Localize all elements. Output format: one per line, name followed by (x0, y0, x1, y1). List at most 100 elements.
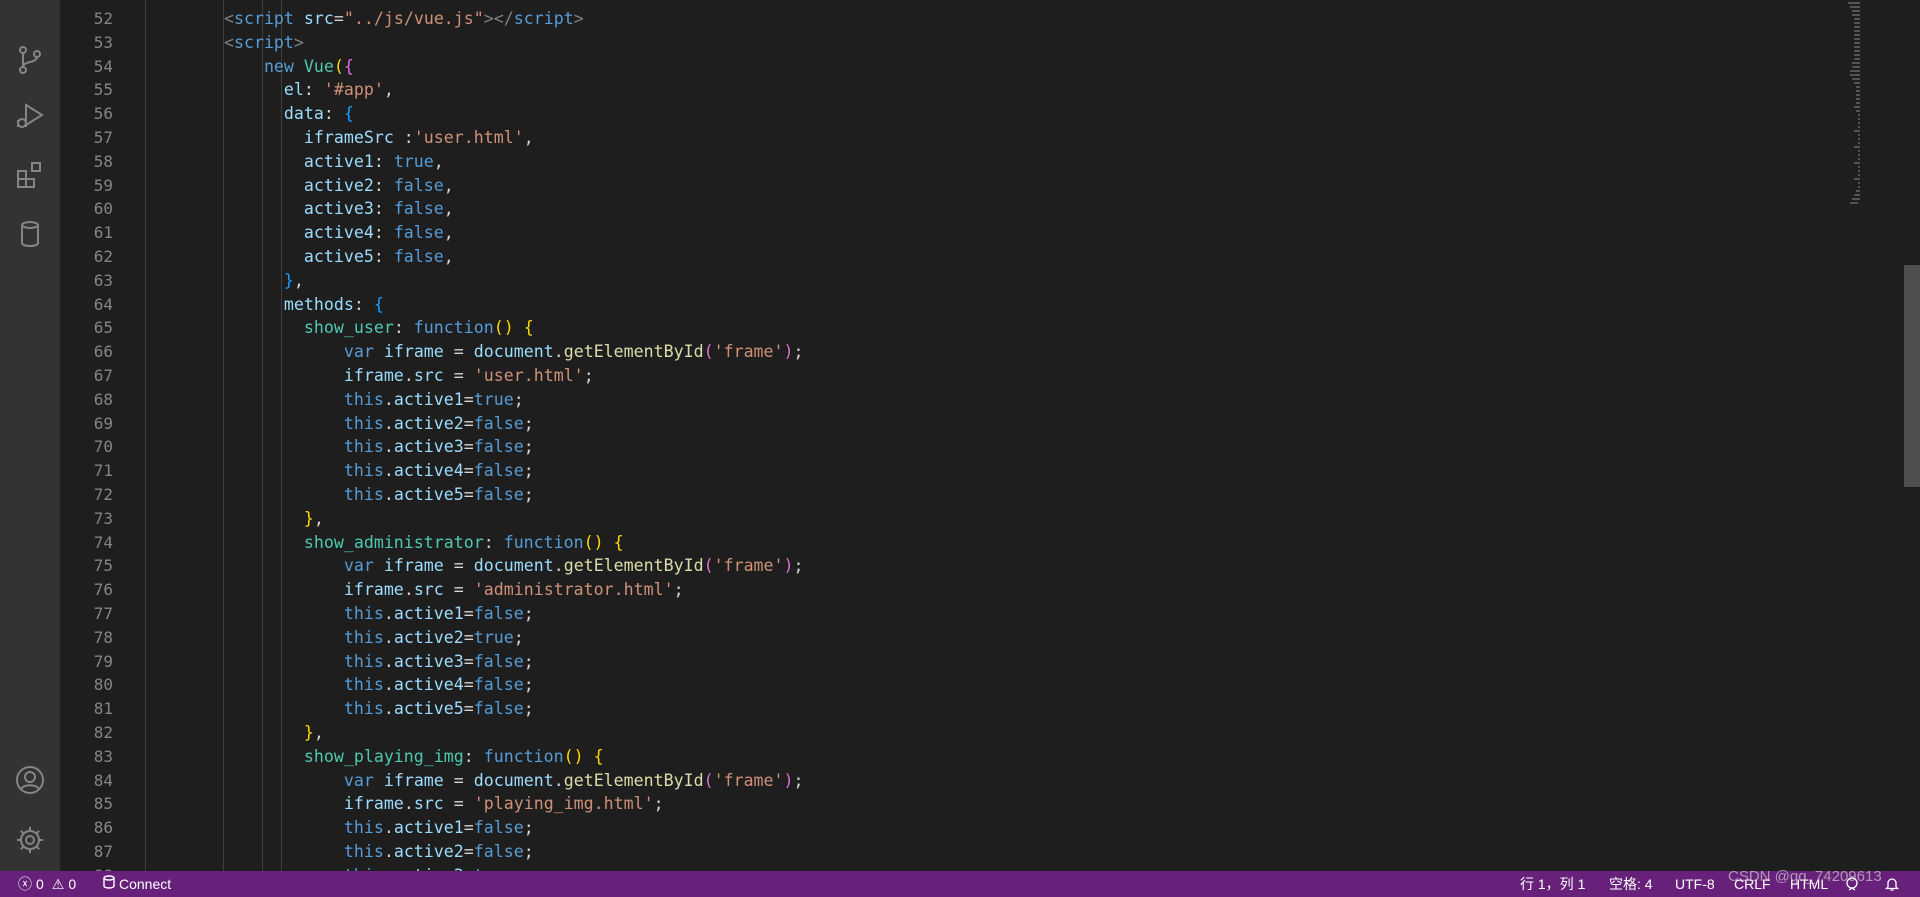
code-token: = (443, 580, 474, 600)
code-line[interactable]: 64 methods: { (60, 293, 1860, 317)
code-token: 'user.html' (413, 127, 524, 147)
code-token: . (553, 770, 564, 790)
code-token: . (403, 794, 414, 814)
code-line[interactable]: 80 this.active4=false; (60, 673, 1860, 697)
code-editor[interactable]: 52 <script src="../js/vue.js"></script> 5… (60, 0, 1860, 871)
code-token: : (393, 318, 414, 338)
code-line[interactable]: 59 active2: false, (60, 174, 1860, 198)
code-token: > (573, 9, 584, 28)
code-line[interactable]: 76 iframe.src = 'administrator.html'; (60, 578, 1860, 602)
vertical-scrollbar-thumb[interactable] (1904, 265, 1920, 487)
code-line[interactable]: 73 }, (60, 507, 1860, 531)
code-line[interactable]: 57 iframeSrc :'user.html', (60, 126, 1860, 150)
line-number: 58 (93, 151, 113, 171)
code-line[interactable]: 72 this.active5=false; (60, 483, 1860, 507)
code-text: }, (184, 269, 304, 293)
code-line[interactable]: 86 this.active1=false; (60, 816, 1860, 840)
code-line[interactable]: 77 this.active1=false; (60, 602, 1860, 626)
code-line[interactable]: 84 var iframe = document.getElementById(… (60, 769, 1860, 793)
code-token: this (343, 699, 384, 719)
code-token: : (373, 223, 394, 243)
code-line[interactable]: 60 active3: false, (60, 197, 1860, 221)
line-number: 61 (93, 223, 113, 243)
problems-indicator[interactable]: ⓧ 0 ⚠ 0 (18, 871, 76, 897)
code-line[interactable]: 65 show_user: function() { (60, 316, 1860, 340)
code-token: false (473, 484, 524, 504)
code-line[interactable]: 81 this.active5=false; (60, 697, 1860, 721)
code-token: 'administrator.html' (473, 580, 674, 600)
code-line[interactable]: 82 }, (60, 721, 1860, 745)
code-token: active1 (393, 603, 464, 623)
code-line[interactable]: 55 el: '#app', (60, 78, 1860, 102)
notifications-bell-icon[interactable] (1884, 871, 1900, 897)
code-line[interactable]: 54 new Vue({ (60, 55, 1860, 79)
database-icon[interactable] (10, 214, 50, 254)
code-token: iframe (383, 556, 444, 576)
code-token: ( (703, 770, 714, 790)
code-token: , (383, 80, 394, 100)
encoding[interactable]: UTF-8 (1675, 871, 1715, 897)
connect-button[interactable]: Connect (103, 871, 171, 897)
cursor-position[interactable]: 行 1，列 1 (1520, 871, 1585, 897)
code-line[interactable]: 66 var iframe = document.getElementById(… (60, 340, 1860, 364)
code-line[interactable]: 71 this.active4=false; (60, 459, 1860, 483)
account-icon[interactable] (10, 760, 50, 800)
code-line[interactable]: 87 this.active2=false; (60, 840, 1860, 864)
code-line[interactable]: 58 active1: true, (60, 150, 1860, 174)
code-token: getElementById (563, 556, 704, 576)
code-token: function (413, 318, 494, 338)
extensions-icon[interactable] (10, 155, 50, 195)
code-line[interactable]: 62 active5: false, (60, 245, 1860, 269)
code-line[interactable]: 68 this.active1=true; (60, 388, 1860, 412)
run-debug-icon[interactable] (10, 95, 50, 135)
code-token: script (513, 9, 574, 28)
code-line[interactable]: 79 this.active3=false; (60, 650, 1860, 674)
code-line[interactable]: 75 var iframe = document.getElementById(… (60, 554, 1860, 578)
code-token: src (413, 365, 444, 385)
code-token: () { (493, 318, 534, 338)
code-line[interactable]: 83 show_playing_img: function() { (60, 745, 1860, 769)
source-control-icon[interactable] (10, 40, 50, 80)
indentation[interactable]: 空格: 4 (1609, 871, 1653, 897)
line-number: 63 (93, 270, 113, 290)
code-line[interactable]: 63 }, (60, 269, 1860, 293)
code-token: . (383, 675, 394, 695)
settings-gear-icon[interactable] (10, 820, 50, 860)
code-line[interactable]: 78 this.active2=true; (60, 626, 1860, 650)
code-line[interactable]: 85 iframe.src = 'playing_img.html'; (60, 792, 1860, 816)
code-token: = (463, 699, 474, 719)
code-line[interactable]: 69 this.active2=false; (60, 412, 1860, 436)
line-number: 74 (93, 532, 113, 552)
code-token: . (403, 365, 414, 385)
code-line[interactable]: 61 active4: false, (60, 221, 1860, 245)
code-token: 'frame' (713, 556, 784, 576)
code-token: active1 (393, 389, 464, 409)
code-token: . (383, 437, 394, 457)
code-token: data (283, 104, 324, 124)
line-number: 60 (93, 199, 113, 219)
code-token: this (343, 484, 384, 504)
code-line[interactable]: 88 this.active3=true; (60, 864, 1860, 871)
code-token: . (383, 699, 394, 719)
code-line[interactable]: 56 data: { (60, 102, 1860, 126)
code-line[interactable]: 74 show_administrator: function() { (60, 531, 1860, 555)
code-token: ; (513, 389, 524, 409)
code-token: iframe (343, 365, 404, 385)
code-text: new Vue({ (184, 55, 354, 79)
code-token: script (233, 9, 294, 28)
minimap[interactable] (1846, 0, 1860, 230)
code-token: active3 (393, 437, 464, 457)
code-line[interactable]: 70 this.active3=false; (60, 435, 1860, 459)
code-token: false (473, 818, 524, 838)
code-token: ; (673, 580, 684, 600)
code-line[interactable]: 67 iframe.src = 'user.html'; (60, 364, 1860, 388)
code-line[interactable]: 53 <script> (60, 31, 1860, 55)
code-token: < (223, 32, 234, 52)
code-token: . (383, 627, 394, 647)
code-line[interactable]: 52 <script src="../js/vue.js"></script> (60, 7, 1860, 31)
code-token: () { (563, 746, 604, 766)
